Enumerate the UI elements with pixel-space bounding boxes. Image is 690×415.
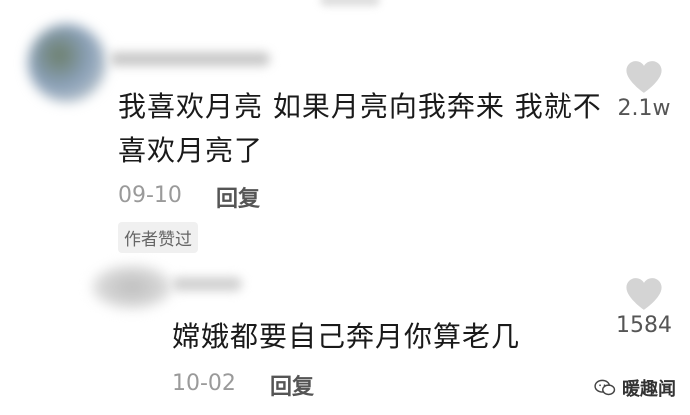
comment-date: 09-10: [118, 183, 182, 208]
avatar[interactable]: [92, 265, 172, 309]
comment-text-line-2: 喜欢月亮了: [118, 134, 264, 167]
watermark: 暖趣闻: [594, 375, 676, 401]
heart-icon: [626, 61, 662, 93]
heart-icon: [626, 278, 662, 310]
reply-button[interactable]: 回复: [270, 369, 314, 401]
like-count: 1584: [616, 313, 672, 338]
reply-button[interactable]: 回复: [216, 181, 260, 213]
watermark-label: 暖趣闻: [622, 379, 676, 400]
comment-text: 嫦娥都要自己奔月你算老几: [172, 320, 521, 353]
author-liked-badge: 作者赞过: [118, 222, 198, 253]
wechat-icon: [594, 379, 616, 396]
comment-item-1: 我喜欢月亮 如果月亮向我奔来 我就不 喜欢月亮了 09-10 回复 作者赞过 2…: [0, 0, 690, 260]
comment-text-line-1: 我喜欢月亮 如果月亮向我奔来 我就不: [118, 90, 602, 123]
username-blurred[interactable]: [172, 277, 242, 291]
like-button[interactable]: 1584: [604, 277, 684, 338]
username-blurred[interactable]: [110, 52, 270, 66]
comment-item-2: 嫦娥都要自己奔月你算老几 10-02 回复 1584: [0, 255, 690, 415]
comment-date: 10-02: [172, 371, 236, 396]
like-button[interactable]: 2.1w: [604, 60, 684, 121]
avatar[interactable]: [28, 24, 106, 102]
like-count: 2.1w: [617, 96, 671, 121]
comment-text: 我喜欢月亮 如果月亮向我奔来 我就不 喜欢月亮了: [118, 85, 602, 173]
